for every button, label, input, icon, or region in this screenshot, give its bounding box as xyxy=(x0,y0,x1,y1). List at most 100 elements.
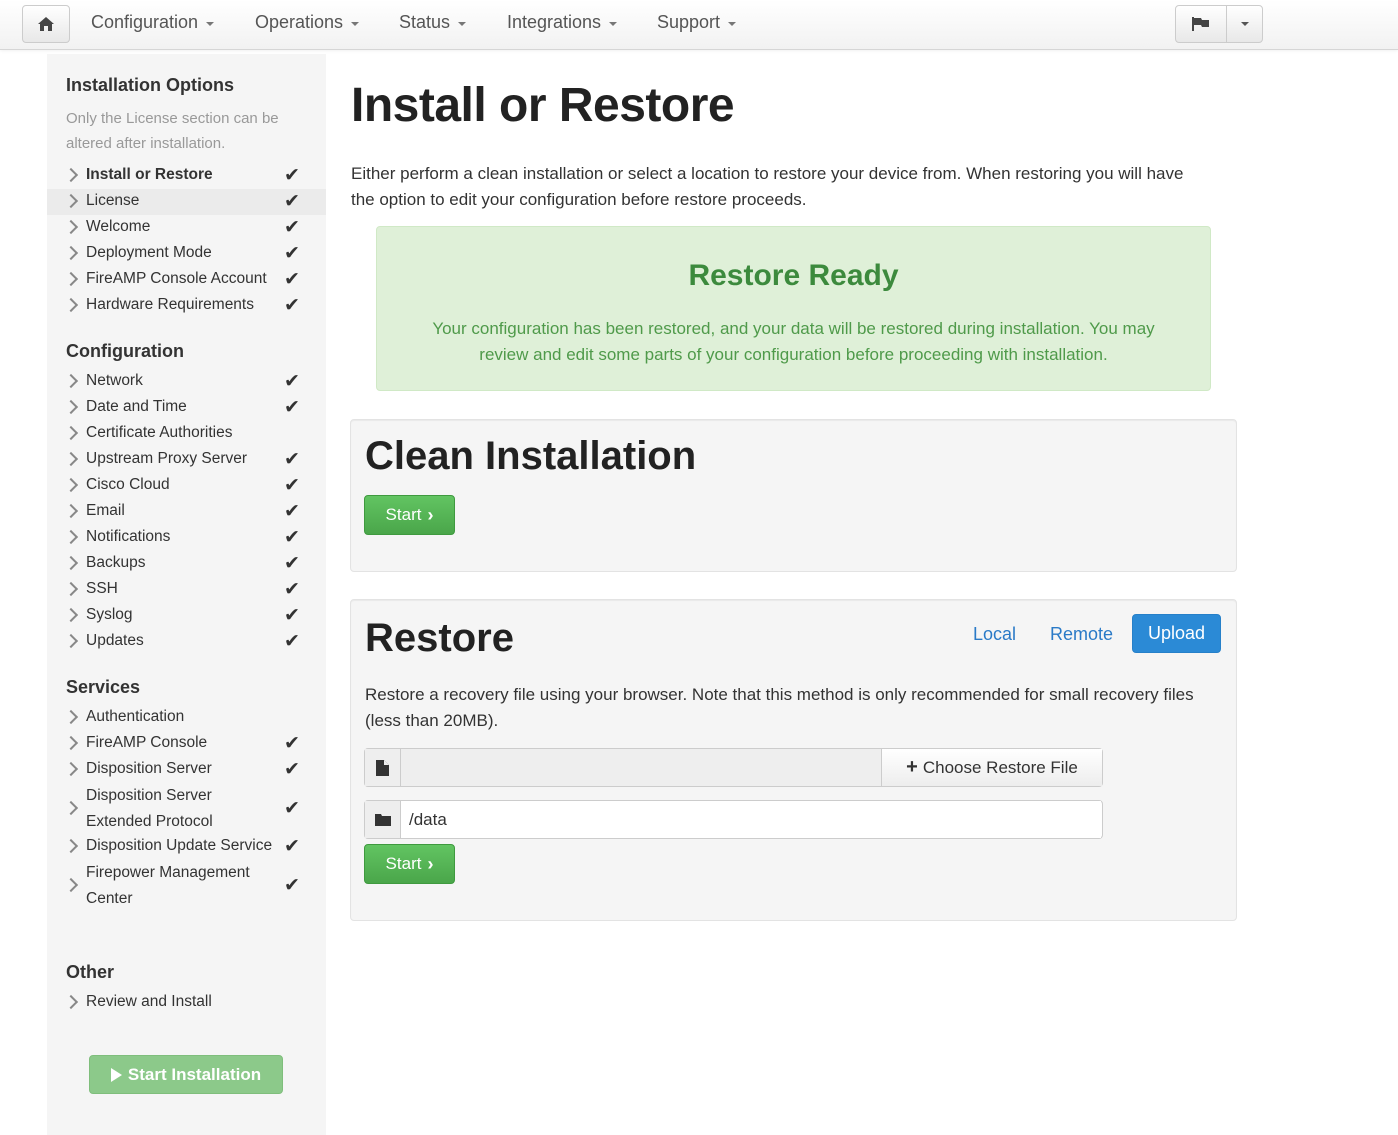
menu-status[interactable]: Status xyxy=(399,12,467,33)
sidebar-item[interactable]: Install or Restore ✔ xyxy=(47,163,326,189)
chevron-right-icon xyxy=(63,477,79,493)
installation-sidebar: Installation Options Only the License se… xyxy=(47,54,326,1135)
tab-local[interactable]: Local xyxy=(973,624,1016,645)
file-addon xyxy=(365,749,401,786)
sidebar-item[interactable]: FireAMP Console Account ✔ xyxy=(47,267,326,293)
checkmark-icon: ✔ xyxy=(284,526,300,548)
sidebar-item-label: Date and Time xyxy=(86,398,187,415)
sidebar-item[interactable]: Certificate Authorities xyxy=(47,421,326,447)
menu-label: Integrations xyxy=(507,12,602,32)
checkmark-icon: ✔ xyxy=(284,835,300,857)
sidebar-item-label: Disposition Server xyxy=(86,760,212,777)
checkmark-icon: ✔ xyxy=(284,732,300,754)
menu-configuration[interactable]: Configuration xyxy=(91,12,215,33)
sidebar-item-label: Deployment Mode xyxy=(86,244,212,261)
chevron-right-icon xyxy=(63,399,79,415)
sidebar-item[interactable]: Hardware Requirements ✔ xyxy=(47,293,326,319)
chevron-right-icon xyxy=(63,373,79,389)
sidebar-item-label: Disposition Update Service xyxy=(86,837,273,854)
sidebar-item[interactable]: Disposition Server ✔ xyxy=(47,757,326,783)
chevron-right-icon: › xyxy=(427,504,434,525)
selected-file-display[interactable] xyxy=(401,749,881,786)
sidebar-item-label: Install or Restore xyxy=(86,166,213,183)
menu-operations[interactable]: Operations xyxy=(255,12,360,33)
sidebar-item[interactable]: Disposition Server Extended Protocol ✔ xyxy=(47,783,326,835)
checkmark-icon: ✔ xyxy=(284,216,300,238)
sidebar-item[interactable]: FireAMP Console ✔ xyxy=(47,731,326,757)
checkmark-icon: ✔ xyxy=(284,474,300,496)
sidebar-heading: Services xyxy=(66,677,141,697)
choose-label: Choose Restore File xyxy=(922,757,1078,777)
chevron-right-icon xyxy=(63,555,79,571)
sidebar-item[interactable]: Deployment Mode ✔ xyxy=(47,241,326,267)
checkmark-icon: ✔ xyxy=(284,758,300,780)
start-installation-button[interactable]: Start Installation xyxy=(89,1055,283,1094)
sidebar-item-label: Updates xyxy=(86,632,144,649)
sidebar-item[interactable]: Disposition Update Service ✔ xyxy=(47,834,326,860)
checkmark-icon: ✔ xyxy=(284,370,300,392)
sidebar-item[interactable]: Date and Time ✔ xyxy=(47,395,326,421)
menu-label: Status xyxy=(399,12,451,32)
restore-start-button[interactable]: Start › xyxy=(364,844,455,884)
sidebar-item[interactable]: Cisco Cloud ✔ xyxy=(47,473,326,499)
sidebar-item-label: Authentication xyxy=(86,708,185,725)
menu-integrations[interactable]: Integrations xyxy=(507,12,618,33)
checkmark-icon: ✔ xyxy=(284,630,300,652)
restore-title: Restore xyxy=(365,616,514,660)
checkmark-icon: ✔ xyxy=(284,294,300,316)
start-label: Start xyxy=(385,854,422,873)
chevron-right-icon xyxy=(63,219,79,235)
sidebar-item[interactable]: License ✔ xyxy=(47,189,326,215)
chevron-right-icon xyxy=(63,607,79,623)
sidebar-item[interactable]: Authentication xyxy=(47,705,326,731)
sidebar-item-label: Welcome xyxy=(86,218,151,235)
home-button[interactable] xyxy=(22,5,70,43)
chevron-right-icon xyxy=(63,529,79,545)
menu-support[interactable]: Support xyxy=(657,12,737,33)
checkmark-icon: ✔ xyxy=(284,164,300,186)
sidebar-item[interactable]: Backups ✔ xyxy=(47,551,326,577)
sidebar-item-label: FireAMP Console xyxy=(86,734,208,751)
chevron-right-icon xyxy=(63,245,79,261)
restore-path-input[interactable] xyxy=(401,801,1101,838)
plus-icon: + xyxy=(906,756,918,778)
clean-start-button[interactable]: Start › xyxy=(364,495,455,535)
sidebar-item[interactable]: Firepower Management Center ✔ xyxy=(47,860,326,912)
notifications-dropdown-toggle[interactable] xyxy=(1226,5,1263,43)
sidebar-item[interactable]: Email ✔ xyxy=(47,499,326,525)
caret-down-icon xyxy=(206,21,215,26)
sidebar-item[interactable]: Review and Install xyxy=(47,990,326,1016)
sidebar-item-label: Disposition Server Extended Protocol xyxy=(86,787,213,830)
sidebar-item[interactable]: Upstream Proxy Server ✔ xyxy=(47,447,326,473)
notifications-flag-button[interactable] xyxy=(1175,5,1227,43)
sidebar-item[interactable]: Syslog ✔ xyxy=(47,603,326,629)
checkmark-icon: ✔ xyxy=(284,190,300,212)
sidebar-item[interactable]: Notifications ✔ xyxy=(47,525,326,551)
chevron-right-icon xyxy=(63,838,79,854)
chevron-right-icon xyxy=(63,761,79,777)
sidebar-item[interactable]: Network ✔ xyxy=(47,369,326,395)
file-icon xyxy=(376,759,389,776)
sidebar-item[interactable]: SSH ✔ xyxy=(47,577,326,603)
tab-remote[interactable]: Remote xyxy=(1050,624,1113,645)
sidebar-item-label: Network xyxy=(86,372,143,389)
choose-restore-file-button[interactable]: + Choose Restore File xyxy=(881,749,1102,786)
sidebar-item-label: Hardware Requirements xyxy=(86,296,254,313)
sidebar-item-label: SSH xyxy=(86,580,118,597)
sidebar-item[interactable]: Welcome ✔ xyxy=(47,215,326,241)
checkmark-icon: ✔ xyxy=(284,396,300,418)
folder-icon xyxy=(374,814,391,826)
start-label: Start xyxy=(385,505,422,524)
top-navbar: Configuration Operations Status Integrat… xyxy=(0,0,1398,50)
chevron-right-icon xyxy=(63,581,79,597)
chevron-right-icon xyxy=(63,271,79,287)
checkmark-icon: ✔ xyxy=(284,500,300,522)
tab-upload[interactable]: Upload xyxy=(1132,614,1221,653)
checkmark-icon: ✔ xyxy=(284,874,300,896)
restore-description: Restore a recovery file using your brows… xyxy=(365,685,1194,730)
chevron-right-icon xyxy=(63,167,79,183)
sidebar-note: Only the License section can be altered … xyxy=(66,110,279,152)
caret-down-icon xyxy=(609,21,618,26)
sidebar-item[interactable]: Updates ✔ xyxy=(47,629,326,655)
sidebar-heading: Other xyxy=(66,962,115,982)
